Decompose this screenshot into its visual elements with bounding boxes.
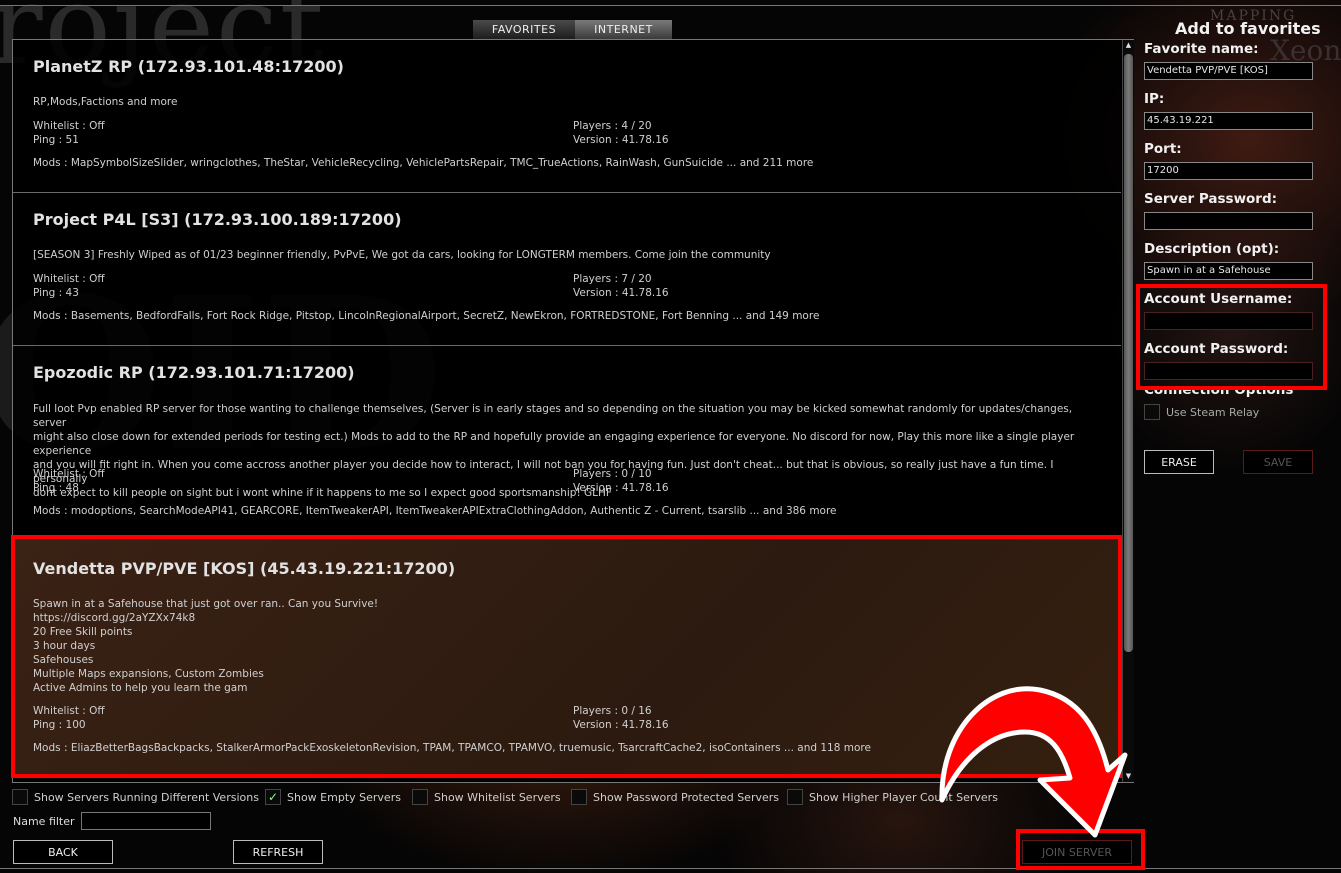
server-ping: Ping : 51 [33,134,79,146]
server-description: Spawn in at a Safehouse that just got ov… [33,598,379,694]
account-username-input[interactable] [1144,312,1313,330]
server-list-scrollbar[interactable]: ▲ ▼ [1122,40,1134,782]
server-version: Version : 41.78.16 [573,719,669,731]
erase-button[interactable]: ERASE [1144,450,1214,474]
server-password-input[interactable] [1144,212,1313,230]
account-password-input[interactable] [1144,362,1313,380]
favorite-name-label: Favorite name: [1144,41,1259,57]
server-description: [SEASON 3] Freshly Wiped as of 01/23 beg… [33,249,771,261]
server-players: Players : 0 / 16 [573,705,652,717]
filter-label: Show Higher Player Count Servers [809,790,998,804]
server-players: Players : 4 / 20 [573,120,652,132]
filter-higher-player-count[interactable]: Show Higher Player Count Servers [787,789,998,805]
bottom-divider [0,868,1341,869]
filter-different-versions[interactable]: Show Servers Running Different Versions [12,789,259,805]
port-label: Port: [1144,141,1182,157]
tab-internet[interactable]: INTERNET [575,20,672,39]
server-whitelist: Whitelist : Off [33,120,105,132]
checkbox[interactable] [787,789,803,805]
server-players: Players : 0 / 10 [573,468,652,480]
description-input[interactable]: Spawn in at a Safehouse [1144,262,1313,280]
server-title: Epozodic RP (172.93.101.71:17200) [33,363,355,382]
scroll-up-icon[interactable]: ▲ [1123,40,1134,51]
server-version: Version : 41.78.16 [573,482,669,494]
server-mods: Mods : Basements, BedfordFalls, Fort Roc… [33,310,820,322]
name-filter: Name filter [13,812,211,830]
server-mods: Mods : EliazBetterBagsBackpacks, Stalker… [33,742,871,754]
steam-relay-label: Use Steam Relay [1166,405,1260,419]
filter-password-protected[interactable]: Show Password Protected Servers [571,789,779,805]
account-username-label: Account Username: [1144,291,1293,307]
filter-whitelist-servers[interactable]: Show Whitelist Servers [412,789,561,805]
server-version: Version : 41.78.16 [573,134,669,146]
back-button[interactable]: BACK [13,840,113,864]
server-ping: Ping : 48 [33,482,79,494]
server-title: Vendetta PVP/PVE [KOS] (45.43.19.221:172… [33,559,456,578]
use-steam-relay-option[interactable]: Use Steam Relay [1144,404,1259,420]
server-list-item[interactable]: PlanetZ RP (172.93.101.48:17200) RP,Mods… [13,40,1121,193]
filter-label: Show Servers Running Different Versions [34,790,259,804]
port-input[interactable]: 17200 [1144,162,1313,180]
join-server-button[interactable]: JOIN SERVER [1022,840,1132,864]
server-whitelist: Whitelist : Off [33,705,105,717]
server-title: Project P4L [S3] (172.93.100.189:17200) [33,210,402,229]
name-filter-label: Name filter [13,814,75,828]
server-list-tabs: FAVORITES INTERNET [473,20,672,39]
name-filter-input[interactable] [80,812,211,830]
scroll-down-icon[interactable]: ▼ [1123,771,1134,782]
favorite-name-input[interactable]: Vendetta PVP/PVE [KOS] [1144,62,1313,80]
server-list-item-selected[interactable]: Vendetta PVP/PVE [KOS] (45.43.19.221:172… [13,536,1121,776]
server-ping: Ping : 43 [33,287,79,299]
server-mods: Mods : modoptions, SearchModeAPI41, GEAR… [33,505,837,517]
ip-label: IP: [1144,91,1165,107]
scrollbar-thumb[interactable] [1124,54,1133,652]
checkmark-icon[interactable]: ✓ [265,789,281,805]
server-whitelist: Whitelist : Off [33,468,105,480]
server-whitelist: Whitelist : Off [33,273,105,285]
top-divider [0,5,1341,6]
filter-empty-servers[interactable]: ✓ Show Empty Servers [265,789,401,805]
server-ping: Ping : 100 [33,719,86,731]
tab-favorites[interactable]: FAVORITES [473,20,575,39]
server-mods: Mods : MapSymbolSizeSlider, wringclothes… [33,157,814,169]
description-label: Description (opt): [1144,241,1280,257]
server-password-label: Server Password: [1144,191,1278,207]
filter-label: Show Whitelist Servers [434,790,561,804]
server-list-item[interactable]: Epozodic RP (172.93.101.71:17200) Full l… [13,346,1121,536]
checkbox[interactable] [12,789,28,805]
server-players: Players : 7 / 20 [573,273,652,285]
server-description: RP,Mods,Factions and more [33,96,178,108]
server-list: PlanetZ RP (172.93.101.48:17200) RP,Mods… [12,39,1134,783]
filter-label: Show Empty Servers [287,790,401,804]
checkbox[interactable] [571,789,587,805]
favorites-heading: Add to favorites [1175,19,1321,38]
server-title: PlanetZ RP (172.93.101.48:17200) [33,57,344,76]
refresh-button[interactable]: REFRESH [233,840,323,864]
checkbox[interactable] [412,789,428,805]
server-version: Version : 41.78.16 [573,287,669,299]
filter-label: Show Password Protected Servers [593,790,779,804]
save-button[interactable]: SAVE [1243,450,1313,474]
server-list-item[interactable]: Project P4L [S3] (172.93.100.189:17200) … [13,193,1121,346]
server-description: Full loot Pvp enabled RP server for thos… [33,403,1075,499]
checkbox[interactable] [1144,404,1160,420]
account-password-label: Account Password: [1144,341,1289,357]
ip-input[interactable]: 45.43.19.221 [1144,112,1313,130]
